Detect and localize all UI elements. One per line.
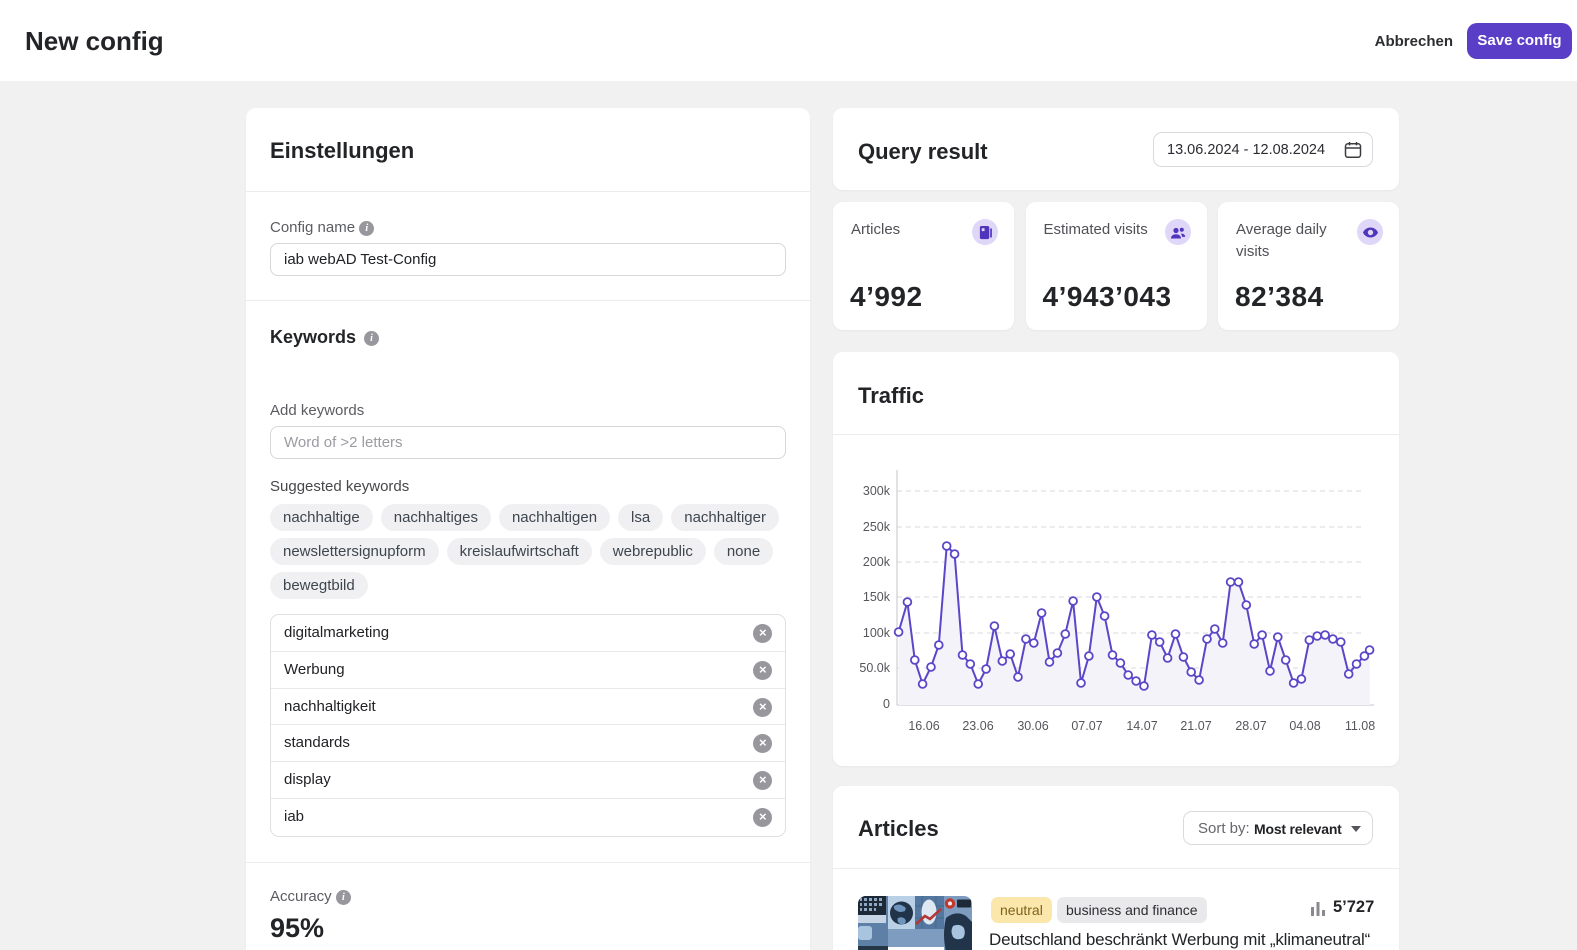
svg-text:250k: 250k (863, 520, 891, 534)
svg-text:28.07: 28.07 (1235, 719, 1266, 733)
svg-text:100k: 100k (863, 626, 891, 640)
svg-text:300k: 300k (863, 484, 891, 498)
svg-text:200k: 200k (863, 555, 891, 569)
svg-text:150k: 150k (863, 590, 891, 604)
svg-text:0: 0 (883, 697, 890, 711)
svg-text:21.07: 21.07 (1180, 719, 1211, 733)
svg-text:04.08: 04.08 (1289, 719, 1320, 733)
svg-text:23.06: 23.06 (962, 719, 993, 733)
svg-text:14.07: 14.07 (1126, 719, 1157, 733)
svg-text:16.06: 16.06 (908, 719, 939, 733)
svg-text:11.08: 11.08 (1345, 719, 1375, 733)
svg-text:50.0k: 50.0k (859, 661, 890, 675)
svg-text:07.07: 07.07 (1071, 719, 1102, 733)
svg-text:30.06: 30.06 (1017, 719, 1048, 733)
